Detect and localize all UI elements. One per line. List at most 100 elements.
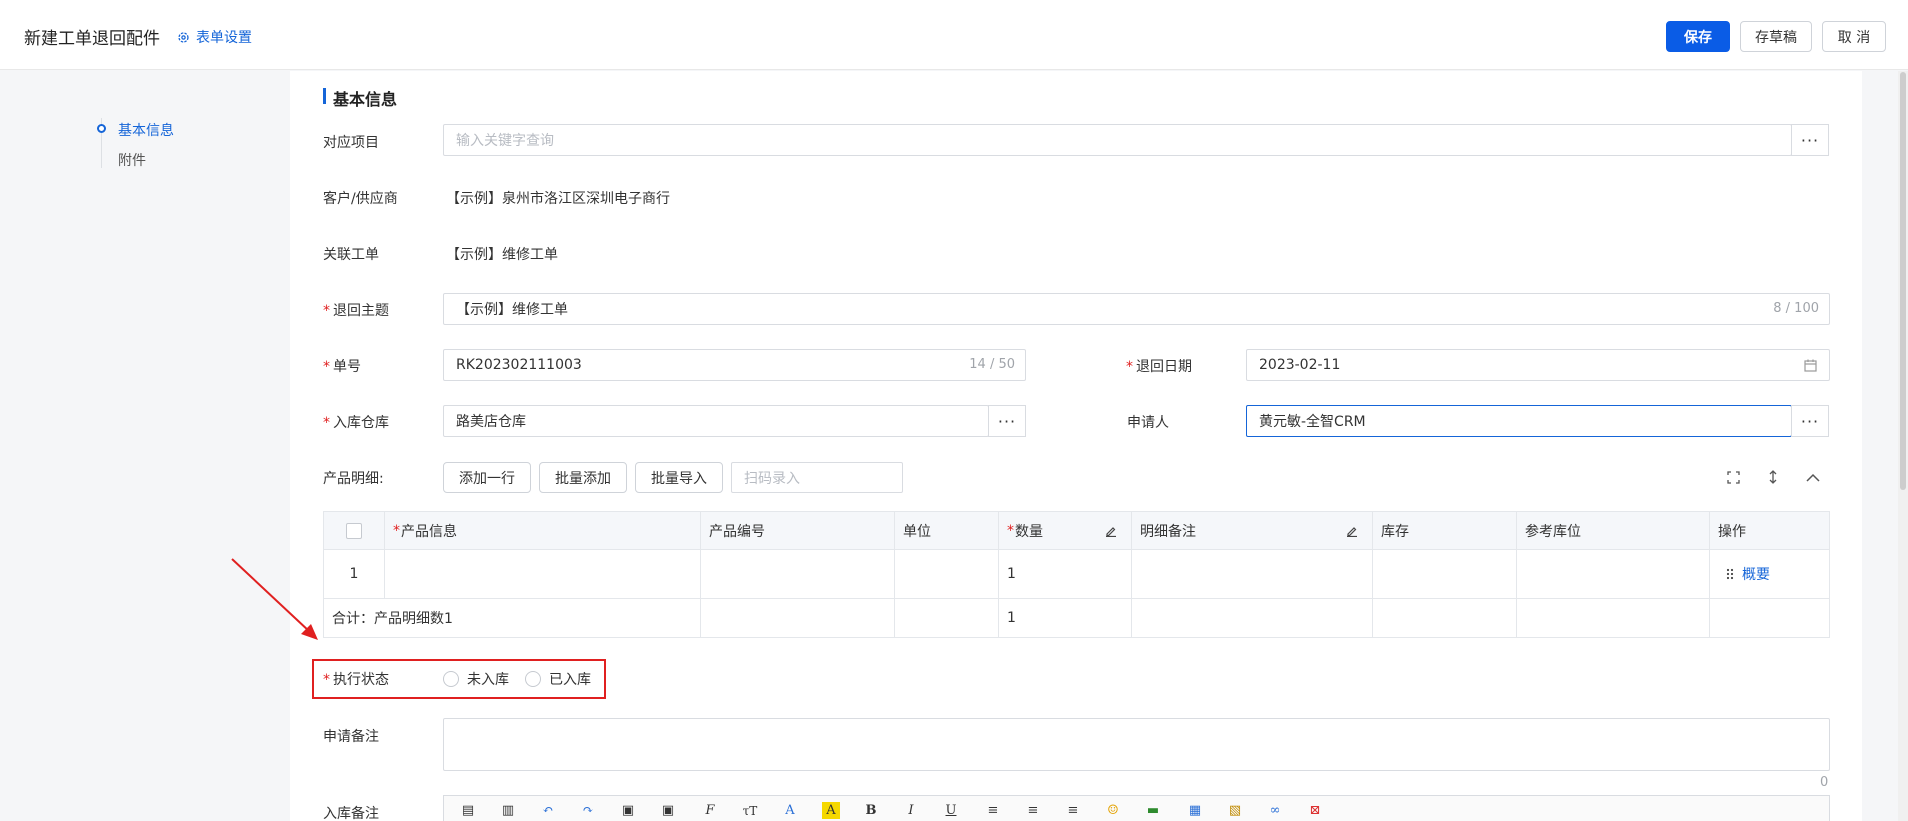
subject-input[interactable]: 【示例】维修工单 8 / 100 xyxy=(443,293,1830,325)
italic-icon[interactable]: I xyxy=(902,802,920,819)
link-icon[interactable]: ∞ xyxy=(1266,802,1284,819)
radio-circle[interactable] xyxy=(525,671,541,687)
collapse-icon[interactable] xyxy=(1804,468,1822,486)
align-left-icon[interactable]: ≡ xyxy=(984,802,1002,819)
radio-label: 已入库 xyxy=(549,672,591,688)
related-order-label: 关联工单 xyxy=(323,247,379,263)
subject-counter: 8 / 100 xyxy=(1773,301,1819,316)
nav-active-dot xyxy=(97,124,106,133)
applicant-more-button[interactable]: ··· xyxy=(1791,405,1829,437)
rich-text-toolbar xyxy=(443,795,1830,821)
total-empty xyxy=(1373,599,1517,637)
header-stock: 库存 xyxy=(1373,512,1517,549)
cancel-button[interactable]: 取 消 xyxy=(1822,21,1886,52)
cell-detail-note[interactable] xyxy=(1132,550,1373,598)
return-date-picker[interactable]: 2023-02-11 xyxy=(1246,349,1830,381)
radio-stocked[interactable]: 已入库 xyxy=(525,669,591,689)
save-draft-button[interactable]: 存草稿 xyxy=(1740,21,1812,52)
cell-quantity[interactable]: 1 xyxy=(999,550,1132,598)
table-total-row: 合计：产品明细数1 1 xyxy=(324,599,1829,637)
save-button[interactable]: 保存 xyxy=(1666,21,1730,52)
related-order-value: 【示例】维修工单 xyxy=(446,247,558,263)
row-index: 1 xyxy=(324,550,385,598)
cell-product-code xyxy=(701,550,895,598)
undo-icon[interactable]: ↶ xyxy=(539,802,557,819)
highlight-color-icon[interactable]: A xyxy=(822,802,840,819)
maximize-icon[interactable]: ⊠ xyxy=(1306,802,1324,819)
template-icon[interactable]: ▥ xyxy=(499,802,517,819)
source-icon[interactable]: ▤ xyxy=(459,802,477,819)
number-value: RK202302111003 xyxy=(456,357,582,373)
row-height-icon[interactable] xyxy=(1764,468,1782,486)
cell-action: 概要 xyxy=(1710,550,1831,598)
table-icon[interactable]: ▦ xyxy=(1186,802,1204,819)
subject-value: 【示例】维修工单 xyxy=(456,302,568,318)
edit-icon[interactable] xyxy=(1346,525,1358,537)
select-all-checkbox[interactable] xyxy=(346,522,362,539)
align-right-icon[interactable]: ≡ xyxy=(1064,802,1082,819)
horizontal-rule-icon[interactable]: ▬ xyxy=(1144,802,1162,819)
warehouse-label: * 入库仓库 xyxy=(323,415,389,431)
status-label: * 执行状态 xyxy=(323,672,389,688)
form-settings-link[interactable]: 表单设置 xyxy=(177,27,252,47)
number-counter: 14 / 50 xyxy=(969,357,1015,372)
apply-note-label: 申请备注 xyxy=(323,729,379,745)
total-empty xyxy=(1132,599,1373,637)
font-family-icon[interactable]: F xyxy=(701,802,719,819)
emoji-icon[interactable]: ☺ xyxy=(1104,802,1122,819)
applicant-value: 黄元敏-全智CRM xyxy=(1259,414,1366,430)
bold-icon[interactable]: B xyxy=(862,802,880,819)
paste-icon[interactable]: ▣ xyxy=(619,802,637,819)
subject-label: * 退回主题 xyxy=(323,303,389,319)
apply-note-counter: 0 xyxy=(1820,775,1829,790)
gear-icon xyxy=(178,31,189,43)
project-more-button[interactable]: ··· xyxy=(1791,124,1829,156)
calendar-icon[interactable] xyxy=(1804,359,1817,372)
image-icon[interactable]: ▧ xyxy=(1226,802,1244,819)
scan-placeholder: 扫码录入 xyxy=(744,470,800,487)
warehouse-input[interactable]: 路美店仓库 xyxy=(443,405,989,437)
add-row-button[interactable]: 添加一行 xyxy=(443,462,531,493)
header-product-code: 产品编号 xyxy=(701,512,895,549)
radio-circle[interactable] xyxy=(443,671,459,687)
total-empty xyxy=(1517,599,1710,637)
radio-not-stocked[interactable]: 未入库 xyxy=(443,669,509,689)
font-color-icon[interactable]: A xyxy=(781,802,799,819)
scan-input[interactable]: 扫码录入 xyxy=(731,462,903,493)
cell-ref-location xyxy=(1517,550,1710,598)
table-row: 1 1 概要 xyxy=(324,550,1829,599)
header-detail-note: 明细备注 xyxy=(1132,512,1373,549)
number-input[interactable]: RK202302111003 14 / 50 xyxy=(443,349,1026,381)
anchor-nav: 基本信息 附件 xyxy=(0,71,290,821)
drag-handle-icon[interactable] xyxy=(1726,568,1734,580)
apply-note-textarea[interactable] xyxy=(443,718,1830,771)
align-center-icon[interactable]: ≡ xyxy=(1024,802,1042,819)
paste-text-icon[interactable]: ▣ xyxy=(659,802,677,819)
nav-item-attachments[interactable]: 附件 xyxy=(118,150,146,170)
redo-icon[interactable]: ↷ xyxy=(579,802,597,819)
form-settings-label: 表单设置 xyxy=(196,30,252,46)
total-empty xyxy=(701,599,895,637)
product-table: * 产品信息 产品编号 单位 * 数量 明细备注 库存 参考库位 操作 1 1 概要… xyxy=(323,511,1830,638)
fullscreen-icon[interactable] xyxy=(1724,468,1742,486)
customer-label: 客户/供应商 xyxy=(323,191,398,207)
batch-import-button[interactable]: 批量导入 xyxy=(635,462,723,493)
applicant-input[interactable]: 黄元敏-全智CRM xyxy=(1246,405,1792,437)
warehouse-more-button[interactable]: ··· xyxy=(988,405,1026,437)
table-header-row: * 产品信息 产品编号 单位 * 数量 明细备注 库存 参考库位 操作 xyxy=(324,512,1829,550)
font-size-icon[interactable]: τT xyxy=(741,802,759,819)
header-action: 操作 xyxy=(1718,523,1746,540)
total-empty xyxy=(1710,599,1831,637)
total-empty xyxy=(895,599,999,637)
project-input[interactable]: 输入关键字查询 xyxy=(443,124,1792,156)
scrollbar-thumb[interactable] xyxy=(1900,72,1906,490)
summary-link[interactable]: 概要 xyxy=(1742,564,1770,584)
nav-item-basic-info[interactable]: 基本信息 xyxy=(118,120,174,140)
cell-product-info[interactable] xyxy=(385,550,701,598)
batch-add-button[interactable]: 批量添加 xyxy=(539,462,627,493)
edit-icon[interactable] xyxy=(1105,525,1117,537)
underline-icon[interactable]: U xyxy=(942,802,960,819)
project-placeholder: 输入关键字查询 xyxy=(456,133,554,149)
cell-stock xyxy=(1373,550,1517,598)
customer-value: 【示例】泉州市洛江区深圳电子商行 xyxy=(446,191,670,207)
